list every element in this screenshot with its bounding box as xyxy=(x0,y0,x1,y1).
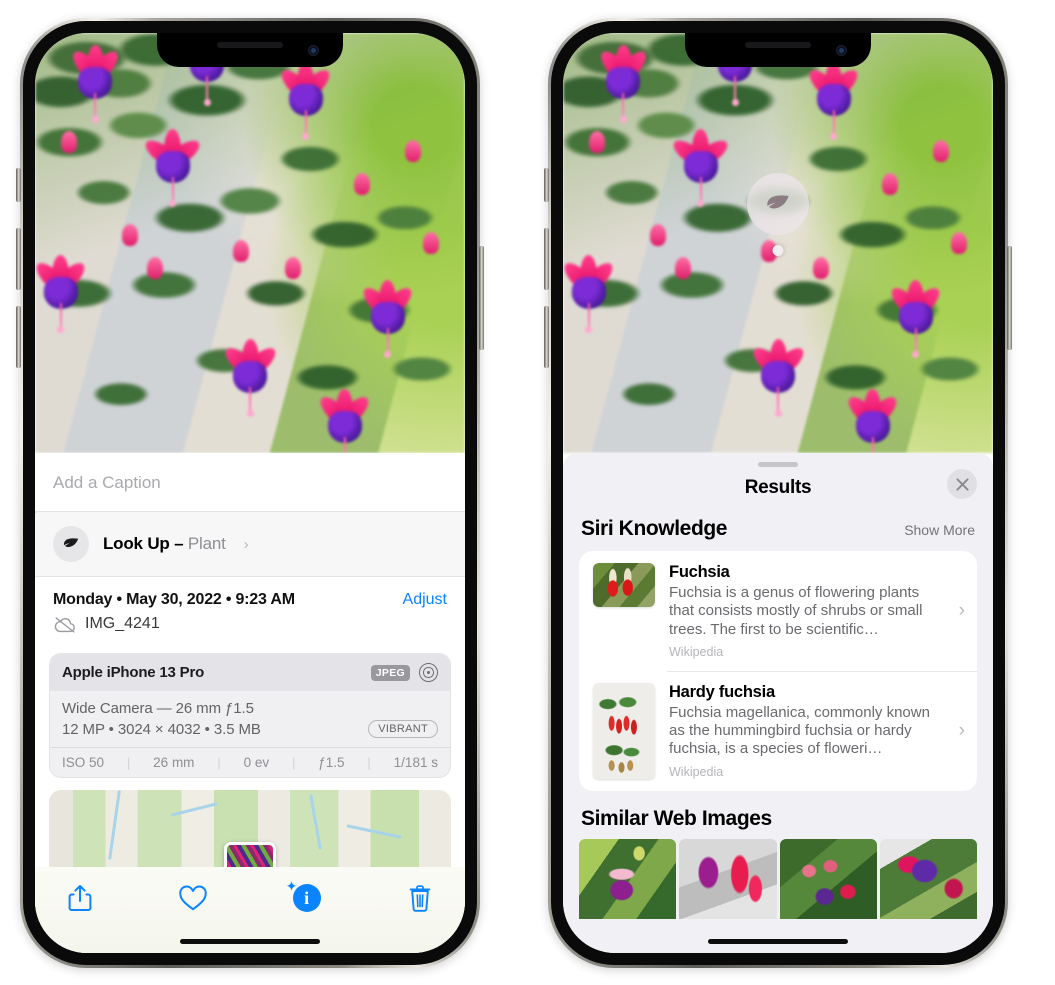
results-title: Results xyxy=(744,477,812,498)
notch-left xyxy=(157,33,343,67)
show-more-button[interactable]: Show More xyxy=(904,522,975,538)
sparkle-icon: ✦ xyxy=(35,506,38,519)
cloud-off-icon xyxy=(53,616,77,633)
exif-divider: | xyxy=(126,755,131,770)
screen-left: Add a Caption ✦ ✦ Look Up – Plant › xyxy=(35,33,465,953)
phone-bezel-left: Add a Caption ✦ ✦ Look Up – Plant › xyxy=(23,21,477,965)
map-river xyxy=(346,824,403,839)
silent-switch[interactable] xyxy=(16,168,21,202)
camera-device-name: Apple iPhone 13 Pro xyxy=(62,664,205,681)
aperture-icon xyxy=(419,663,438,682)
trash-icon[interactable] xyxy=(403,881,437,915)
map-river xyxy=(108,790,122,860)
iphone-device-right: Results Siri Knowledge Show More Fuchsia… xyxy=(544,18,1012,968)
leaf-icon xyxy=(53,526,89,562)
phone-bezel-right: Results Siri Knowledge Show More Fuchsia… xyxy=(551,21,1005,965)
look-up-subject: Plant xyxy=(187,534,226,553)
volume-down-button[interactable] xyxy=(16,306,21,368)
result-thumbnail xyxy=(593,563,655,607)
screenshot-stage: Add a Caption ✦ ✦ Look Up – Plant › xyxy=(0,0,1055,985)
list-item[interactable]: Fuchsia Fuchsia is a genus of flowering … xyxy=(579,551,977,671)
map-river xyxy=(169,802,218,817)
home-indicator[interactable] xyxy=(180,939,320,944)
caption-input[interactable]: Add a Caption xyxy=(35,453,465,512)
web-image-1[interactable] xyxy=(579,838,677,919)
photo-viewer-left[interactable] xyxy=(35,33,465,453)
photo-date: Monday • May 30, 2022 • 9:23 AM xyxy=(53,591,295,608)
exif-aperture: ƒ1.5 xyxy=(318,755,345,770)
exif-row: ISO 50 | 26 mm | 0 ev | ƒ1.5 | 1/181 s xyxy=(50,747,450,777)
result-title: Fuchsia xyxy=(669,563,730,581)
exif-divider: | xyxy=(367,755,371,770)
result-thumbnail xyxy=(593,682,655,779)
chevron-right-icon: › xyxy=(958,599,965,621)
resolution-info: 12 MP • 3024 × 4032 • 3.5 MB xyxy=(62,720,261,738)
file-name: IMG_4241 xyxy=(85,615,160,632)
lens-info: Wide Camera — 26 mm ƒ1.5 xyxy=(62,700,254,717)
leaf-icon[interactable] xyxy=(747,173,809,235)
exif-ev: 0 ev xyxy=(243,755,270,770)
info-icon[interactable]: ✦ i xyxy=(286,879,324,915)
results-header: Results xyxy=(563,467,993,513)
sparkle-icon: ✦ xyxy=(285,878,298,894)
map-photo-pin[interactable] xyxy=(224,842,276,870)
exif-iso: ISO 50 xyxy=(62,755,105,770)
camera-card-body: Wide Camera — 26 mm ƒ1.5 12 MP • 3024 × … xyxy=(50,691,450,747)
close-icon[interactable] xyxy=(947,469,977,499)
result-source: Wikipedia xyxy=(669,764,724,779)
map-river xyxy=(309,794,323,850)
format-badge: JPEG xyxy=(370,664,410,681)
exif-divider: | xyxy=(291,755,296,770)
power-button[interactable] xyxy=(1007,246,1012,350)
share-icon[interactable] xyxy=(63,881,97,915)
iphone-device-left: Add a Caption ✦ ✦ Look Up – Plant › xyxy=(16,18,484,968)
photo-style-badge: VIBRANT xyxy=(368,720,438,738)
look-up-label: Look Up – Plant xyxy=(103,534,226,553)
result-description: Fuchsia magellanica, commonly known as t… xyxy=(669,703,930,758)
siri-knowledge-card: Fuchsia Fuchsia is a genus of flowering … xyxy=(579,551,977,791)
chevron-right-icon: › xyxy=(243,535,249,553)
camera-card-header: Apple iPhone 13 Pro JPEG xyxy=(50,654,450,691)
photo-viewer-right[interactable] xyxy=(563,33,993,453)
look-up-row[interactable]: ✦ ✦ Look Up – Plant › xyxy=(35,506,465,577)
volume-up-button[interactable] xyxy=(16,228,21,290)
front-camera-icon xyxy=(836,45,847,56)
web-image-3[interactable] xyxy=(779,838,877,919)
exif-focal: 26 mm xyxy=(153,755,195,770)
chevron-right-icon: › xyxy=(958,719,965,741)
exif-shutter: 1/181 s xyxy=(393,755,438,770)
earpiece-speaker xyxy=(217,42,283,48)
heart-icon[interactable] xyxy=(176,881,210,915)
visual-lookup-results-sheet: Results Siri Knowledge Show More Fuchsia… xyxy=(563,453,993,953)
date-block: Monday • May 30, 2022 • 9:23 AM Adjust I… xyxy=(35,577,465,645)
volume-up-button[interactable] xyxy=(544,228,549,290)
volume-down-button[interactable] xyxy=(544,306,549,368)
list-item[interactable]: Hardy fuchsia Fuchsia magellanica, commo… xyxy=(579,670,977,791)
hotspot-anchor-dot xyxy=(772,245,784,256)
camera-info-card[interactable]: Apple iPhone 13 Pro JPEG Wide Camera — 2… xyxy=(49,653,451,778)
siri-knowledge-header: Siri Knowledge Show More xyxy=(563,513,993,551)
similar-web-images-title: Similar Web Images xyxy=(581,806,772,830)
screen-right: Results Siri Knowledge Show More Fuchsia… xyxy=(563,33,993,953)
similar-web-images-row[interactable] xyxy=(563,838,993,919)
exif-divider: | xyxy=(217,755,221,770)
adjust-button[interactable]: Adjust xyxy=(403,591,447,609)
home-indicator[interactable] xyxy=(708,939,848,944)
notch-right xyxy=(685,33,871,67)
location-map[interactable] xyxy=(49,790,451,870)
result-title: Hardy fuchsia xyxy=(669,682,775,701)
siri-knowledge-title: Siri Knowledge xyxy=(581,517,728,540)
result-description: Fuchsia is a genus of flowering plants t… xyxy=(669,584,923,638)
result-source: Wikipedia xyxy=(669,644,724,659)
front-camera-icon xyxy=(308,45,319,56)
web-image-4[interactable] xyxy=(879,838,977,919)
web-image-2[interactable] xyxy=(679,838,777,919)
power-button[interactable] xyxy=(479,246,484,350)
earpiece-speaker xyxy=(745,42,811,48)
silent-switch[interactable] xyxy=(544,168,549,202)
